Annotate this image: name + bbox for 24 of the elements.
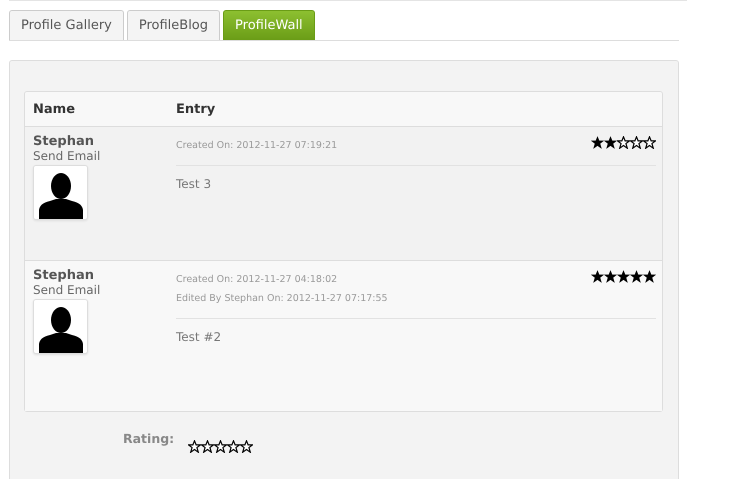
- tab[interactable]: ProfileBlog: [126, 10, 220, 40]
- send-email-link[interactable]: Send Email: [33, 283, 100, 297]
- entry-text: Test 3: [176, 177, 212, 191]
- avatar-icon: [33, 165, 88, 220]
- author-name: Stephan: [33, 134, 94, 149]
- entry-meta: Created On: 2012-11-27 07:19:21: [176, 139, 338, 153]
- filled-star-icon: [604, 136, 617, 149]
- rating-input[interactable]: [188, 440, 254, 452]
- avatar-icon: [33, 299, 88, 354]
- entry-meta: Created On: 2012-11-27 04:18:02: [176, 273, 338, 287]
- send-email-link[interactable]: Send Email: [33, 149, 100, 163]
- entry-text: Test #2: [176, 330, 222, 344]
- author-name: Stephan: [33, 268, 94, 283]
- filled-star-icon: [617, 270, 630, 283]
- filled-star-icon: [604, 270, 617, 283]
- filled-star-icon: [591, 136, 604, 149]
- column-header: Name: [32, 102, 76, 116]
- filled-star-icon: [643, 270, 656, 283]
- tab[interactable]: Profile Gallery: [9, 10, 124, 40]
- entry-meta: Edited By Stephan On: 2012-11-27 07:17:55: [176, 292, 388, 306]
- filled-star-icon: [591, 270, 604, 283]
- column-header: Entry: [175, 102, 216, 116]
- rating-label: Rating:: [123, 431, 174, 446]
- filled-star-icon: [630, 270, 643, 283]
